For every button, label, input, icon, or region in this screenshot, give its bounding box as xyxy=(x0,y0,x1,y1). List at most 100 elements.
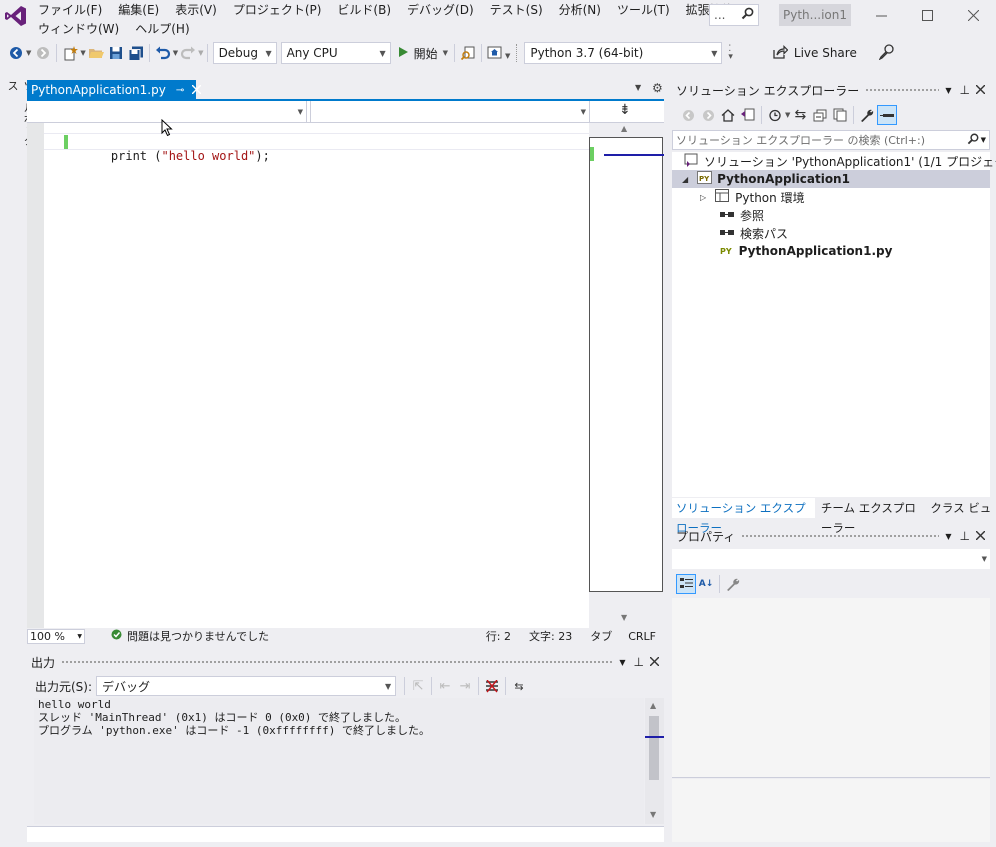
collapse-arrow-icon[interactable]: ◢ xyxy=(682,175,688,184)
close-pane-icon[interactable] xyxy=(975,83,986,97)
minimize-button[interactable] xyxy=(858,0,904,30)
editor-tab-active[interactable]: PythonApplication1.py ⊸ xyxy=(27,80,202,100)
pending-changes-filter-icon[interactable] xyxy=(765,105,785,125)
menu-file[interactable]: ファイル(F) xyxy=(30,0,110,20)
menu-tools[interactable]: ツール(T) xyxy=(609,0,678,20)
tab-class-view[interactable]: クラス ビュー xyxy=(926,498,990,518)
back-icon[interactable] xyxy=(678,105,698,125)
tree-item-solution[interactable]: ソリューション 'PythonApplication1' (1/1 プロジェクト… xyxy=(672,152,996,170)
redo-dropdown-icon[interactable]: ▼ xyxy=(198,49,203,57)
indent-mode[interactable]: タブ xyxy=(590,628,612,644)
auto-hide-pin-icon[interactable]: ⊥ xyxy=(634,655,644,669)
pin-icon[interactable]: ⊸ xyxy=(176,85,184,96)
properties-object-select[interactable]: ▼ xyxy=(672,549,990,569)
word-wrap-icon[interactable]: ⇆ xyxy=(509,676,529,696)
solution-config-select[interactable]: Debug ▼ xyxy=(212,42,277,64)
window-position-icon[interactable]: ▼ xyxy=(945,86,951,95)
new-project-icon[interactable] xyxy=(60,43,80,63)
home-icon[interactable] xyxy=(718,105,738,125)
menu-window[interactable]: ウィンドウ(W) xyxy=(30,19,127,39)
editor-scrollbar[interactable]: ▲ ▼ xyxy=(589,123,664,628)
issues-status[interactable]: 問題は見つかりませんでした xyxy=(127,628,269,644)
feedback-icon[interactable] xyxy=(878,43,895,63)
collapse-all-icon[interactable] xyxy=(810,105,830,125)
open-folder-icon[interactable] xyxy=(86,43,106,63)
tab-team-explorer[interactable]: チーム エクスプローラー xyxy=(815,498,926,535)
show-all-files-icon[interactable] xyxy=(830,105,850,125)
start-debug-button[interactable]: 開始 ▼ xyxy=(397,42,448,64)
menu-build[interactable]: ビルド(B) xyxy=(329,0,399,20)
env-dropdown-icon[interactable]: ▼ xyxy=(505,52,510,60)
expand-arrow-icon[interactable]: ▷ xyxy=(700,193,706,202)
split-editor-icon[interactable]: ⇟ xyxy=(619,102,631,118)
output-scrollbar[interactable]: ▲ ▼ xyxy=(645,698,664,824)
menu-test[interactable]: テスト(S) xyxy=(482,0,551,20)
drag-gripper[interactable] xyxy=(741,533,940,539)
tree-item-references[interactable]: 参照 xyxy=(672,206,990,224)
property-pages-wrench-icon[interactable] xyxy=(723,574,743,594)
scroll-up-icon[interactable]: ▲ xyxy=(650,701,656,710)
live-share-button[interactable]: Live Share xyxy=(773,42,857,64)
output-text-area[interactable]: hello world スレッド 'MainThread' (0x1) はコード… xyxy=(34,698,644,824)
go-to-location-icon[interactable]: ⇱ xyxy=(408,676,428,696)
menu-help[interactable]: ヘルプ(H) xyxy=(127,19,197,39)
scroll-up-icon[interactable]: ▲ xyxy=(621,124,627,133)
undo-icon[interactable] xyxy=(153,43,173,63)
categorized-icon[interactable] xyxy=(676,574,696,594)
sync-icon[interactable]: ⇆ xyxy=(790,105,810,125)
toolbox-tab[interactable]: ツールボックス xyxy=(4,80,35,150)
tab-list-dropdown-icon[interactable]: ▼ xyxy=(635,83,641,92)
window-position-icon[interactable]: ▼ xyxy=(945,532,951,541)
search-options-icon[interactable]: ▼ xyxy=(981,136,986,144)
solution-platform-select[interactable]: Any CPU ▼ xyxy=(280,42,391,64)
auto-hide-pin-icon[interactable]: ⊥ xyxy=(960,529,970,543)
scroll-map-thumb[interactable] xyxy=(589,137,664,592)
menu-edit[interactable]: 編集(E) xyxy=(110,0,167,20)
line-ending[interactable]: CRLF xyxy=(628,630,656,643)
tree-item-py-file[interactable]: PY PythonApplication1.py xyxy=(672,242,990,260)
drag-gripper[interactable] xyxy=(865,87,940,93)
tab-solution-explorer[interactable]: ソリューション エクスプローラー xyxy=(672,498,815,535)
menu-project[interactable]: プロジェクト(P) xyxy=(225,0,330,20)
menu-view[interactable]: 表示(V) xyxy=(167,0,225,20)
switch-views-icon[interactable] xyxy=(738,105,758,125)
tree-item-search-paths[interactable]: 検索パス xyxy=(672,224,990,242)
toolbar-overflow-icon[interactable]: ⁚ ▾ xyxy=(728,45,733,62)
preview-selected-icon[interactable] xyxy=(877,105,898,125)
close-window-button[interactable] xyxy=(950,0,996,30)
previous-message-icon[interactable]: ⇤ xyxy=(435,676,455,696)
save-all-icon[interactable] xyxy=(126,43,146,63)
tree-item-project[interactable]: ◢ PY PythonApplication1 xyxy=(672,170,990,188)
back-dropdown-icon[interactable]: ▼ xyxy=(26,49,31,57)
close-tab-icon[interactable] xyxy=(191,83,202,97)
back-icon[interactable] xyxy=(6,43,26,63)
search-icon[interactable] xyxy=(967,133,979,148)
auto-hide-pin-icon[interactable]: ⊥ xyxy=(960,83,970,97)
close-pane-icon[interactable] xyxy=(649,655,660,669)
next-message-icon[interactable]: ⇥ xyxy=(455,676,475,696)
output-source-select[interactable]: デバッグ ▼ xyxy=(96,676,397,696)
window-position-icon[interactable]: ▼ xyxy=(619,658,625,667)
find-in-files-icon[interactable] xyxy=(458,43,478,63)
quick-launch-search[interactable]: ... xyxy=(709,4,759,26)
forward-icon[interactable] xyxy=(33,43,53,63)
zoom-select[interactable]: 100 % ▼ xyxy=(27,628,85,644)
scroll-down-icon[interactable]: ▼ xyxy=(621,613,627,622)
maximize-button[interactable] xyxy=(904,0,950,30)
scroll-thumb[interactable] xyxy=(649,716,659,780)
scroll-down-icon[interactable]: ▼ xyxy=(650,810,656,819)
redo-icon[interactable] xyxy=(178,43,198,63)
clear-all-icon[interactable] xyxy=(482,676,502,696)
solution-search-box[interactable]: ソリューション エクスプローラー の検索 (Ctrl+:) ▼ xyxy=(672,130,990,150)
menu-debug[interactable]: デバッグ(D) xyxy=(399,0,482,20)
alphabetical-icon[interactable]: A↓ xyxy=(696,574,716,594)
drag-gripper[interactable] xyxy=(61,659,614,665)
python-environment-select[interactable]: Python 3.7 (64-bit) ▼ xyxy=(524,42,723,64)
environment-window-icon[interactable] xyxy=(485,43,505,63)
menu-analyze[interactable]: 分析(N) xyxy=(551,0,609,20)
properties-wrench-icon[interactable] xyxy=(857,105,877,125)
nav-member-dropdown[interactable]: ▼ xyxy=(310,101,590,122)
code-editor[interactable]: print ("hello world"); xyxy=(27,118,589,628)
gear-icon[interactable]: ⚙ xyxy=(652,81,663,95)
save-icon[interactable] xyxy=(106,43,126,63)
